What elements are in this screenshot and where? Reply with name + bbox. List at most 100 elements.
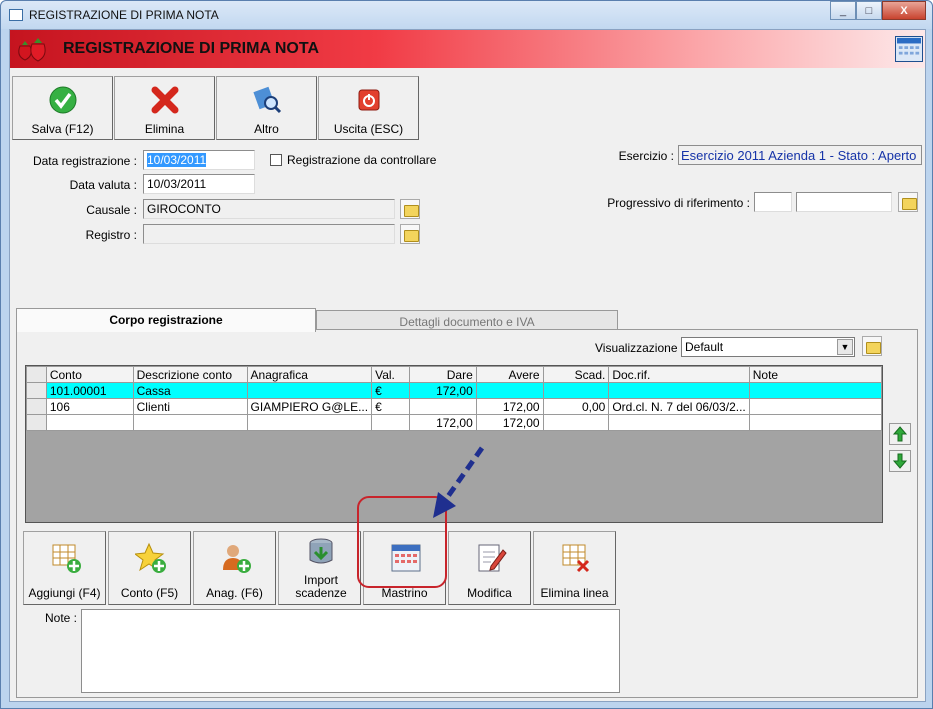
person-add-icon xyxy=(223,545,251,573)
registro-field[interactable] xyxy=(143,224,395,244)
cell-avere[interactable]: 172,00 xyxy=(475,398,544,415)
exit-button[interactable]: Uscita (ESC) xyxy=(318,76,419,140)
registro-folder-icon[interactable] xyxy=(400,224,420,244)
progressivo-field-1[interactable] xyxy=(754,192,792,212)
cell-descrizione[interactable]: Clienti xyxy=(132,398,248,415)
arrow-down-icon xyxy=(892,453,908,469)
col-dare[interactable]: Dare xyxy=(408,366,477,383)
col-scad[interactable]: Scad. xyxy=(542,366,610,383)
data-registrazione-field[interactable]: 10/03/2011 xyxy=(143,150,255,170)
row-indicator xyxy=(26,398,47,415)
progressivo-field-2[interactable] xyxy=(796,192,892,212)
anag-button[interactable]: Anag. (F6) xyxy=(193,531,276,605)
esercizio-field: Esercizio 2011 Azienda 1 - Stato : Apert… xyxy=(678,145,922,165)
data-registrazione-label: Data registrazione : xyxy=(32,154,137,168)
tab-corpo-registrazione[interactable]: Corpo registrazione xyxy=(16,308,316,332)
move-down-button[interactable] xyxy=(889,450,911,472)
grid-table: Conto Descrizione conto Anagrafica Val. … xyxy=(26,366,883,431)
magnify-icon xyxy=(253,86,282,114)
other-button[interactable]: Altro xyxy=(216,76,317,140)
col-descrizione[interactable]: Descrizione conto xyxy=(132,366,248,383)
main-toolbar: Salva (F12) Elimina Altro Uscita (ESC) xyxy=(12,76,422,140)
cell-conto[interactable]: 106 xyxy=(45,398,134,415)
cell-avere[interactable] xyxy=(475,382,544,399)
move-up-button[interactable] xyxy=(889,423,911,445)
visualizzazione-select[interactable]: Default ▼ xyxy=(681,337,855,357)
col-docrif[interactable]: Doc.rif. xyxy=(608,366,750,383)
progressivo-folder-icon[interactable] xyxy=(898,192,918,212)
table-row[interactable]: 106 Clienti GIAMPIERO G@LE... € 172,00 0… xyxy=(26,398,883,415)
cell-note[interactable] xyxy=(748,398,883,415)
causale-folder-icon[interactable] xyxy=(400,199,420,219)
col-anagrafica[interactable]: Anagrafica xyxy=(246,366,373,383)
cell-conto[interactable] xyxy=(45,414,134,431)
cell-scad[interactable]: 0,00 xyxy=(542,398,610,415)
row-actions-toolbar: Aggiungi (F4) Conto (F5) Anag. (F6) Impo… xyxy=(23,531,618,607)
aggiungi-button[interactable]: Aggiungi (F4) xyxy=(23,531,106,605)
cell-descrizione[interactable] xyxy=(132,414,248,431)
col-note[interactable]: Note xyxy=(748,366,883,383)
cell-descrizione[interactable]: Cassa xyxy=(132,382,248,399)
cell-val[interactable] xyxy=(371,414,410,431)
client-area: REGISTRAZIONE DI PRIMA NOTA Salva (F12) … xyxy=(9,29,926,702)
chevron-down-icon[interactable]: ▼ xyxy=(837,339,853,355)
cell-anagrafica[interactable] xyxy=(246,382,373,399)
power-icon xyxy=(358,89,380,111)
save-button[interactable]: Salva (F12) xyxy=(12,76,113,140)
save-label: Salva (F12) xyxy=(31,122,94,136)
cell-val[interactable]: € xyxy=(371,398,410,415)
minimize-button[interactable]: _ xyxy=(830,1,856,20)
col-conto[interactable]: Conto xyxy=(45,366,134,383)
close-button[interactable]: X xyxy=(882,1,926,20)
table-row-totals[interactable]: 172,00 172,00 xyxy=(26,414,883,431)
calendar-icon[interactable] xyxy=(895,36,923,62)
database-import-icon xyxy=(309,538,333,564)
cell-anagrafica[interactable] xyxy=(246,414,373,431)
delete-button[interactable]: Elimina xyxy=(114,76,215,140)
cell-note[interactable] xyxy=(748,382,883,399)
row-indicator xyxy=(26,382,47,399)
table-row[interactable]: 101.00001 Cassa € 172,00 xyxy=(26,382,883,399)
cell-anagrafica[interactable]: GIAMPIERO G@LE... xyxy=(246,398,373,415)
cell-docrif[interactable] xyxy=(608,382,750,399)
edit-icon xyxy=(478,544,507,572)
col-avere[interactable]: Avere xyxy=(475,366,544,383)
causale-field[interactable]: GIROCONTO xyxy=(143,199,395,219)
cell-note[interactable] xyxy=(748,414,883,431)
cell-conto[interactable]: 101.00001 xyxy=(45,382,134,399)
arrow-up-icon xyxy=(892,426,908,442)
modifica-button[interactable]: Modifica xyxy=(448,531,531,605)
delete-label: Elimina xyxy=(144,122,185,136)
page-title: REGISTRAZIONE DI PRIMA NOTA xyxy=(63,40,319,57)
elimina-linea-button[interactable]: Elimina linea xyxy=(533,531,616,605)
da-controllare-checkbox[interactable] xyxy=(270,154,282,166)
conto-label: Conto (F5) xyxy=(120,586,179,600)
cell-dare[interactable] xyxy=(408,398,477,415)
visualizzazione-folder-icon[interactable] xyxy=(862,336,882,356)
strawberry-icon xyxy=(18,38,46,62)
cell-dare-total[interactable]: 172,00 xyxy=(408,414,477,431)
col-val[interactable]: Val. xyxy=(371,366,410,383)
mastrino-label: Mastrino xyxy=(381,586,428,600)
import-label: Import scadenze xyxy=(295,573,347,600)
maximize-button[interactable]: □ xyxy=(856,1,882,20)
header-banner: REGISTRAZIONE DI PRIMA NOTA xyxy=(10,30,925,68)
conto-button[interactable]: Conto (F5) xyxy=(108,531,191,605)
modifica-label: Modifica xyxy=(467,586,512,600)
application-window: REGISTRAZIONE DI PRIMA NOTA _ □ X REGIST… xyxy=(0,0,933,709)
row-indicator-header xyxy=(26,366,47,383)
visualizzazione-label: Visualizzazione : xyxy=(595,341,685,355)
note-textarea[interactable] xyxy=(81,609,620,693)
cell-val[interactable]: € xyxy=(371,382,410,399)
row-indicator xyxy=(26,414,47,431)
import-scadenze-button[interactable]: Import scadenze xyxy=(278,531,361,605)
star-add-icon xyxy=(135,542,166,573)
cell-scad[interactable] xyxy=(542,414,610,431)
data-valuta-field[interactable]: 10/03/2011 xyxy=(143,174,255,194)
cell-docrif[interactable]: Ord.cl. N. 7 del 06/03/2... xyxy=(608,398,750,415)
cell-dare[interactable]: 172,00 xyxy=(408,382,477,399)
other-label: Altro xyxy=(254,122,279,136)
cell-avere-total[interactable]: 172,00 xyxy=(475,414,544,431)
cell-scad[interactable] xyxy=(542,382,610,399)
cell-docrif[interactable] xyxy=(608,414,750,431)
